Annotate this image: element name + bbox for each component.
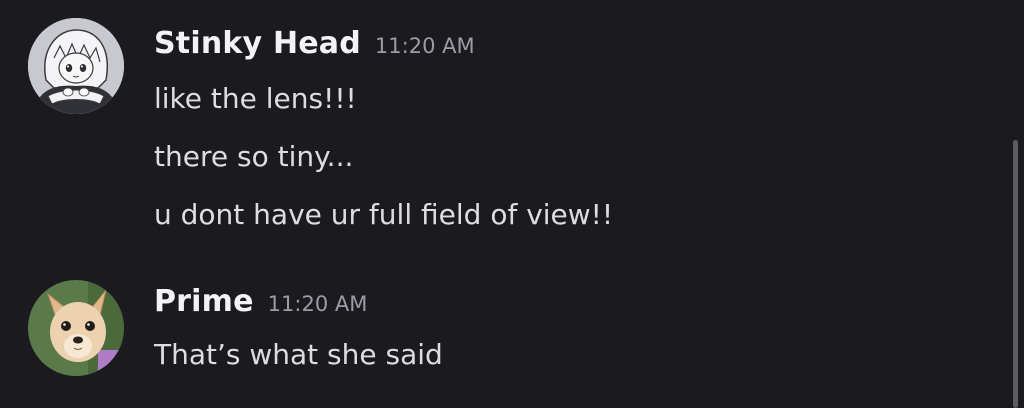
chat-view: Stinky Head 11:20 AM like the lens!!! the… bbox=[0, 0, 1024, 408]
username[interactable]: Stinky Head bbox=[154, 26, 361, 61]
avatar[interactable] bbox=[28, 280, 124, 376]
message-text: like the lens!!! bbox=[154, 82, 357, 115]
timestamp: 11:20 AM bbox=[374, 34, 475, 58]
username[interactable]: Prime bbox=[154, 284, 254, 319]
message-header: Stinky Head 11:20 AM bbox=[154, 26, 475, 61]
message-header: Prime 11:20 AM bbox=[154, 284, 367, 319]
avatar[interactable] bbox=[28, 18, 124, 114]
anime-girl-avatar-icon bbox=[28, 18, 124, 114]
scrollbar-thumb[interactable] bbox=[1013, 140, 1018, 408]
chihuahua-dog-avatar-icon bbox=[28, 280, 124, 376]
message-text: there so tiny... bbox=[154, 140, 354, 173]
message-text: That’s what she said bbox=[154, 338, 443, 371]
message-text: u dont have ur full field of view!! bbox=[154, 198, 614, 231]
timestamp: 11:20 AM bbox=[267, 292, 368, 316]
scrollbar[interactable] bbox=[1010, 140, 1018, 408]
